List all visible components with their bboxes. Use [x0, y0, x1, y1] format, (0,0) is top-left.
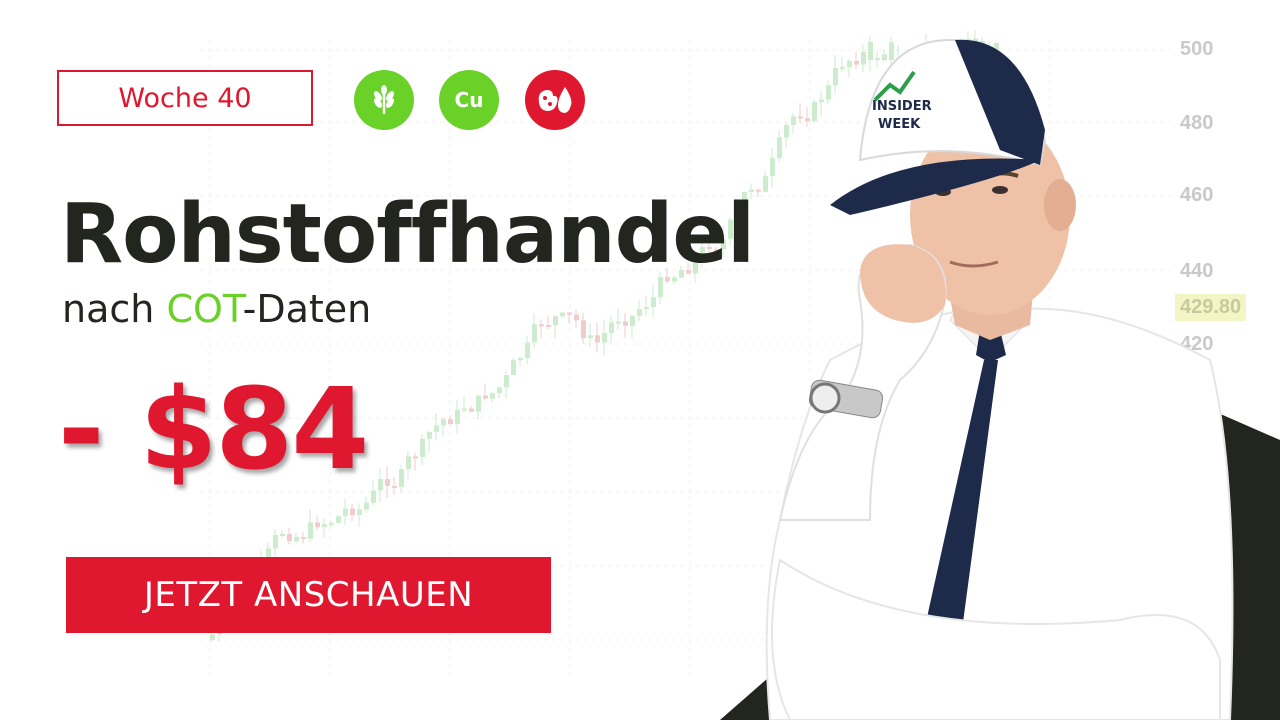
candle-body: [490, 393, 495, 399]
candle-body: [462, 408, 467, 411]
candle-body: [623, 321, 628, 326]
result-amount: - $84: [58, 365, 369, 495]
candle-body: [280, 534, 285, 537]
candle-body: [273, 534, 278, 549]
candle-body: [595, 335, 600, 343]
candle-body: [315, 522, 320, 528]
candle-body: [210, 634, 215, 640]
candle-body: [532, 324, 537, 343]
candle-body: [406, 456, 411, 470]
candle-body: [371, 490, 376, 503]
candle-body: [413, 456, 418, 459]
candle-body: [378, 479, 383, 491]
candle-body: [581, 320, 586, 339]
candle-body: [518, 357, 523, 361]
subline-suffix: -Daten: [242, 287, 372, 331]
candle-body: [546, 325, 551, 328]
headline: Rohstoffhandel: [60, 187, 755, 282]
candle-body: [385, 479, 390, 486]
candle-body: [399, 469, 404, 487]
candle-body: [455, 409, 460, 425]
candle-body: [392, 485, 397, 488]
candle-body: [504, 374, 509, 388]
candle-body: [364, 502, 369, 510]
copper-icon: Cu: [439, 70, 499, 130]
candle-body: [588, 335, 593, 339]
candle-body: [336, 516, 341, 523]
candle-body: [560, 312, 565, 317]
candle-body: [630, 315, 635, 326]
candle-body: [525, 342, 530, 358]
candle-body: [476, 395, 481, 412]
candle-body: [301, 537, 306, 540]
presenter-photo: INSIDER WEEK: [720, 38, 1280, 720]
candle-body: [469, 408, 474, 412]
candle-body: [420, 438, 425, 458]
candle-body: [343, 508, 348, 517]
candle-body: [602, 333, 607, 343]
soybean-oil-icon: [525, 70, 585, 130]
candle-body: [574, 314, 579, 321]
candle-body: [644, 307, 649, 310]
candle-body: [357, 509, 362, 515]
candle-body: [287, 534, 292, 542]
candle-body: [511, 360, 516, 375]
candle-body: [637, 308, 642, 316]
candle-body: [497, 387, 502, 394]
candle-body: [322, 524, 327, 528]
subline-highlight: COT: [166, 287, 243, 331]
cap-brand-text: INSIDER: [872, 99, 932, 114]
candle-body: [294, 537, 299, 542]
watch-now-button[interactable]: JETZT ANSCHAUEN: [66, 557, 551, 633]
grain-icon: [354, 70, 414, 130]
candle-body: [350, 508, 355, 515]
candle-body: [553, 316, 558, 326]
candle-body: [609, 322, 614, 334]
candle-body: [651, 297, 656, 308]
candle-body: [616, 321, 621, 324]
candle-body: [427, 431, 432, 439]
candle-body: [567, 312, 572, 315]
candle-body: [308, 522, 313, 539]
candle-body: [448, 419, 453, 425]
candle-body: [483, 395, 488, 399]
candle-body: [329, 522, 334, 525]
cap-brand-text: WEEK: [878, 117, 921, 132]
subline: nach COT-Daten: [62, 284, 371, 334]
candle-body: [434, 425, 439, 432]
candle-body: [539, 324, 544, 327]
candle-body: [441, 419, 446, 426]
subline-prefix: nach: [62, 287, 167, 331]
week-label-box: Woche 40: [57, 70, 313, 126]
